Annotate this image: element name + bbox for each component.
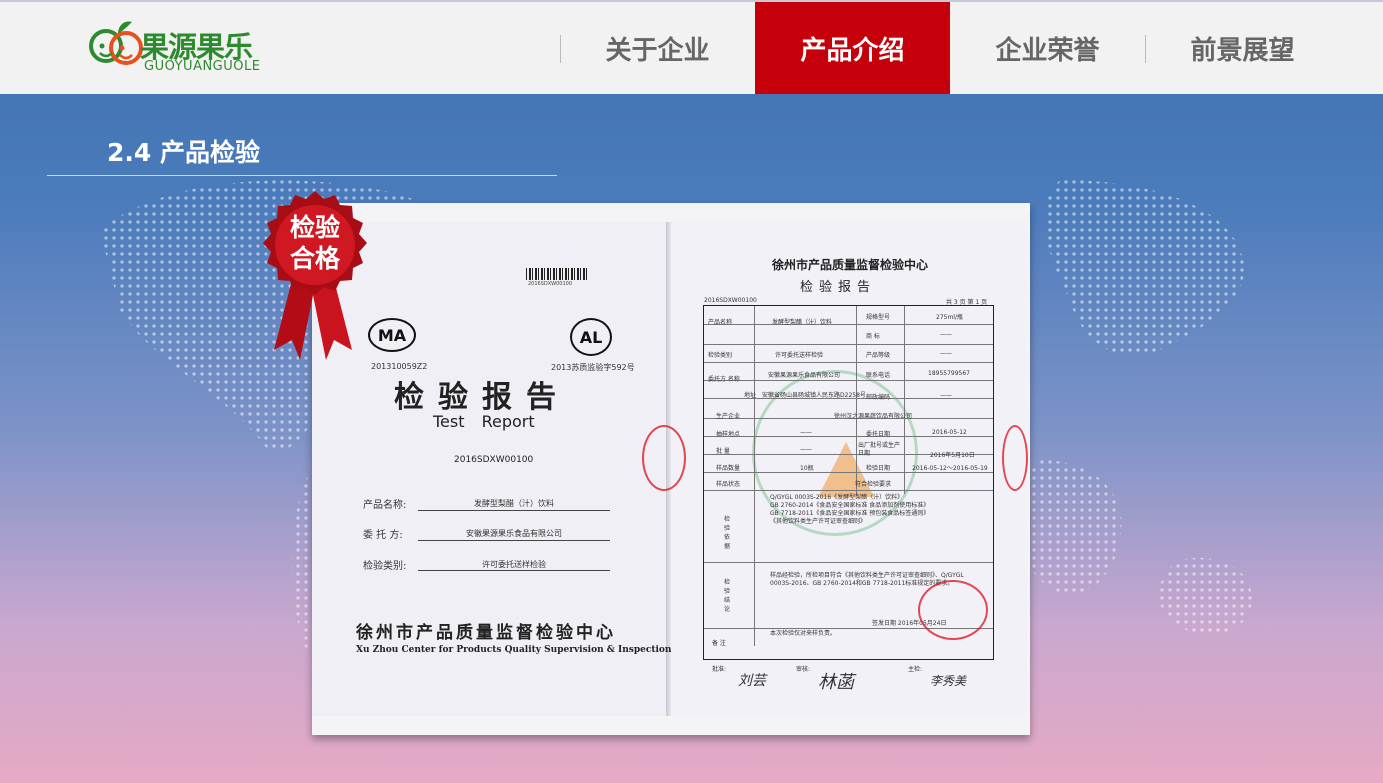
table-row-label: 生产企业 <box>716 413 741 420</box>
fruit-logo-icon <box>89 21 143 65</box>
table-row-value: —— <box>800 446 812 453</box>
nav-item-prospects[interactable]: 前景展望 <box>1145 2 1340 94</box>
basis-label: 检验依据 <box>724 516 731 550</box>
detail-number: 2016SDXW00100 <box>704 297 757 304</box>
table-row-label: 样品数量 <box>716 465 741 472</box>
section-title: 2.4 产品检验 <box>107 138 260 167</box>
cover-field-underline <box>418 510 610 511</box>
nav-item-products[interactable]: 产品介绍 <box>755 2 950 94</box>
remark-text: 本次检验仅对来样负责。 <box>770 630 837 637</box>
table-row-value: —— <box>940 392 952 399</box>
review-label: 审核: <box>796 666 811 673</box>
table-row-label: 抽样地点 <box>716 431 741 438</box>
cover-field-label: 委 托 方: <box>363 530 403 541</box>
signature-review: 林菡 <box>818 672 854 693</box>
table-row-label: 产品等级 <box>866 352 891 359</box>
badge-line1: 检验 <box>289 213 340 242</box>
cover-field-label: 检验类别: <box>363 561 407 572</box>
cover-org-en: Xu Zhou Center for Products Quality Supe… <box>356 645 672 655</box>
cover-field-underline <box>418 570 610 571</box>
table-row-value: 18955799567 <box>928 370 970 377</box>
remark-label: 备 注 <box>712 640 726 647</box>
cover-title-en: Test Report <box>433 412 535 431</box>
top-header: 果源果乐 GUOYUANGUOLE 关于企业 产品介绍 企业荣誉 前景展望 <box>0 0 1383 94</box>
table-row-label: 委托日期 <box>866 431 891 438</box>
inspect-label: 主检: <box>908 666 923 673</box>
stamp-icon <box>642 425 686 491</box>
table-row-value: —— <box>940 350 952 357</box>
detail-org: 徐州市产品质量监督检验中心 <box>772 258 929 272</box>
table-row-label: 出厂批号或生产日期 <box>858 442 901 457</box>
table-row-label: 联系电话 <box>866 372 891 379</box>
table-row-label: 商 标 <box>866 333 880 340</box>
table-row-value: 安徽果源果乐食品有限公司 <box>768 372 841 379</box>
detail-title: 检验报告 <box>800 280 877 295</box>
table-row-value: 符合检验要求 <box>855 481 892 488</box>
cal-mark-icon: AL <box>570 318 612 356</box>
conclusion-line: 0003S-2016、GB 2760-2014和GB 7718-2011标准规定… <box>770 580 954 587</box>
basis-line: 《其他饮料类生产许可证审查细则》 <box>770 518 867 525</box>
table-row-value: 2016-05-12 <box>932 429 967 436</box>
cover-report-number: 2016SDXW00100 <box>454 455 534 465</box>
cover-field-label: 产品名称: <box>363 500 407 511</box>
table-row-label: 地址 <box>744 392 757 399</box>
signature-inspect: 李秀美 <box>930 674 967 688</box>
cma-code: 201310059Z2 <box>371 362 428 371</box>
table-row-value: 安徽省砀山县砀城镇人民东路D2258号 <box>762 392 866 399</box>
brand-logo[interactable]: 果源果乐 GUOYUANGUOLE <box>88 16 288 78</box>
table-row-label: 检验日期 <box>866 465 891 472</box>
conclusion-label: 检验结论 <box>724 579 731 613</box>
barcode-icon <box>526 268 588 280</box>
cover-title-cn: 检验报告 <box>394 380 570 415</box>
table-row-value: 发酵型梨醋（汁）饮料 <box>772 319 833 326</box>
table-row-value: 10瓶 <box>800 465 814 472</box>
table-row-label: 产品名称 <box>708 319 733 326</box>
table-row-label: 规格型号 <box>866 314 891 321</box>
stamp-icon <box>1002 425 1028 491</box>
approve-label: 批准: <box>712 666 727 673</box>
table-row-value: 2016年5月10日 <box>930 452 975 459</box>
badge-line2: 合格 <box>289 244 340 273</box>
table-row-label: 批 量 <box>716 448 730 455</box>
main-nav: 关于企业 产品介绍 企业荣誉 前景展望 <box>560 2 1340 94</box>
nav-item-honors[interactable]: 企业荣誉 <box>950 2 1145 94</box>
table-row-value: 许可委托送样检验 <box>775 352 824 359</box>
table-row-label: 检验类别 <box>708 352 733 359</box>
table-row-value: 275ml/瓶 <box>936 314 963 321</box>
table-row-value: —— <box>940 331 952 338</box>
cover-field-value: 发酵型梨醋（汁）饮料 <box>474 499 554 508</box>
cover-field-underline <box>418 540 610 541</box>
cover-org-cn: 徐州市产品质量监督检验中心 <box>356 623 616 643</box>
cover-field-value: 安徽果源果乐食品有限公司 <box>466 529 562 538</box>
inspection-seal-icon <box>918 580 988 640</box>
cover-field-value: 许可委托送样检验 <box>482 560 546 569</box>
table-row-value: 徐州汉之源果蔬饮品有限公司 <box>834 413 913 420</box>
table-row-label: 邮政编码 <box>866 394 891 401</box>
nav-item-about[interactable]: 关于企业 <box>560 2 755 94</box>
table-row-label: 样品状态 <box>716 481 741 488</box>
table-row-value: —— <box>800 429 812 436</box>
signature-approve: 刘芸 <box>738 673 766 689</box>
logo-latin-name: GUOYUANGUOLE <box>144 59 261 74</box>
barcode-number: 2016SDXW00100 <box>528 281 573 287</box>
table-row-value: 2016-05-12～2016-05-19 <box>912 465 988 472</box>
table-row-label: 委托方 名称 <box>708 376 740 383</box>
title-divider <box>47 175 557 176</box>
